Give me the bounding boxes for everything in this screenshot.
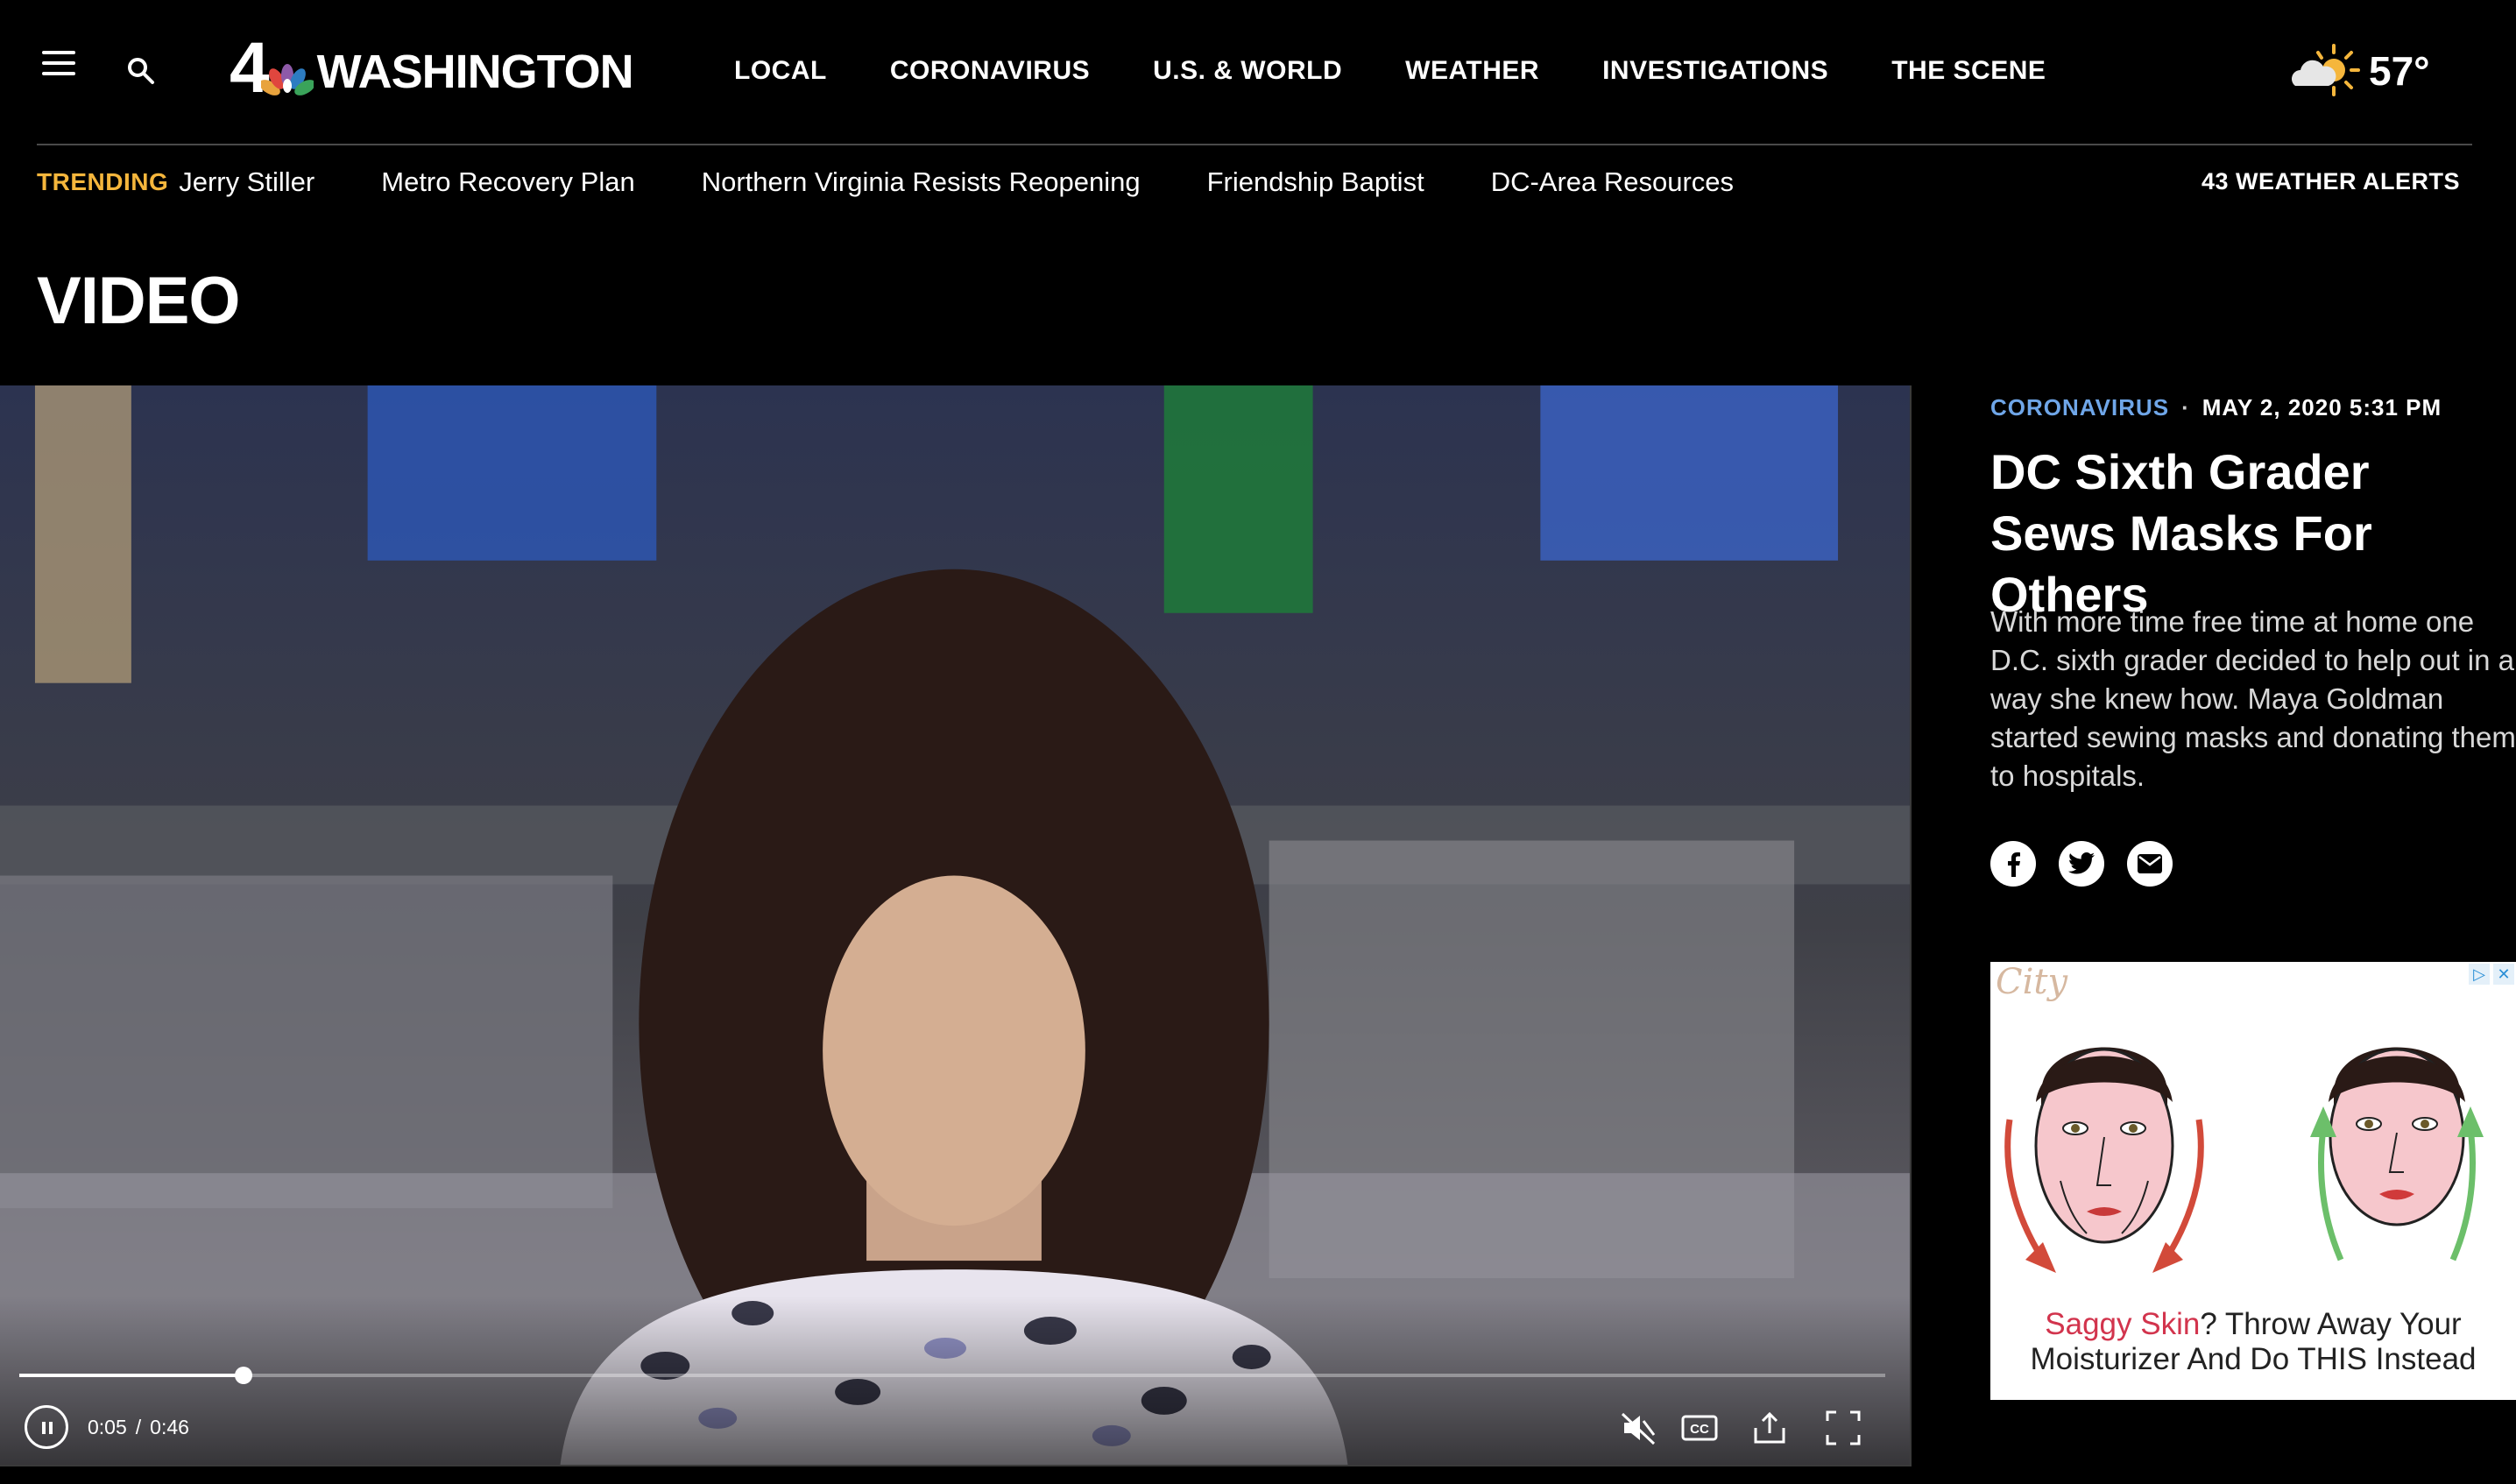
ad-headline[interactable]: Saggy Skin? Throw Away Your Moisturizer … (1990, 1307, 2516, 1377)
player-controls: 0:05 / 0:46 CC (0, 1402, 1910, 1454)
partly-sunny-icon (2292, 44, 2360, 96)
email-share-button[interactable] (2127, 841, 2173, 887)
weather-temp: 57° (2369, 48, 2430, 94)
article-headline: DC Sixth Grader Sews Masks For Others (1990, 444, 2372, 622)
search-icon[interactable] (126, 56, 156, 86)
advertisement[interactable]: City ▷ ✕ Saggy Skin? Throw Away Your Moi… (1990, 962, 2516, 1400)
nav-the-scene[interactable]: THE SCENE (1891, 56, 2046, 86)
video-player[interactable]: 0:05 / 0:46 CC (0, 385, 1912, 1466)
duration: 0:46 (150, 1416, 189, 1438)
share-icon[interactable] (1750, 1409, 1789, 1447)
nav-coronavirus[interactable]: CORONAVIRUS (890, 56, 1090, 86)
article-date: MAY 2, 2020 5:31 PM (2202, 394, 2442, 420)
nav-us-world[interactable]: U.S. & WORLD (1153, 56, 1342, 86)
weather-widget[interactable]: 57° (2288, 42, 2430, 100)
ad-choices-badge[interactable]: ▷ ✕ (2469, 964, 2514, 985)
trending-bar: TRENDING Jerry Stiller Metro Recovery Pl… (37, 163, 1800, 201)
fullscreen-icon[interactable] (1824, 1409, 1862, 1447)
article-meta: CORONAVIRUS · MAY 2, 2020 5:31 PM (1990, 394, 2442, 421)
trending-item[interactable]: Friendship Baptist (1207, 166, 1424, 198)
meta-separator: · (2181, 394, 2190, 420)
ad-headline-highlight: Saggy Skin (2045, 1307, 2201, 1341)
ad-illustration (2004, 1047, 2484, 1273)
email-icon (2138, 854, 2162, 873)
trending-item[interactable]: Jerry Stiller (179, 166, 314, 198)
trending-item[interactable]: Metro Recovery Plan (381, 166, 634, 198)
closed-captions-icon[interactable]: CC (1680, 1409, 1719, 1447)
site-logo[interactable]: 4 WASHINGTON (230, 32, 634, 104)
menu-icon[interactable] (42, 51, 75, 75)
mute-icon[interactable] (1619, 1409, 1657, 1447)
trending-label: TRENDING (37, 168, 169, 195)
nav-divider (37, 144, 2472, 145)
time-separator: / (135, 1416, 142, 1438)
facebook-share-button[interactable] (1990, 841, 2036, 887)
scrubber-progress (19, 1374, 244, 1377)
ad-choices-icon[interactable]: ▷ (2469, 964, 2490, 985)
nav-investigations[interactable]: INVESTIGATIONS (1602, 56, 1828, 86)
weather-alerts-link[interactable]: 43 WEATHER ALERTS (2202, 168, 2460, 195)
category-link[interactable]: CORONAVIRUS (1990, 394, 2169, 421)
time-display: 0:05 / 0:46 (88, 1416, 189, 1439)
video-scrubber[interactable] (19, 1367, 1885, 1384)
share-buttons (1990, 841, 2173, 887)
pause-button[interactable] (25, 1405, 68, 1449)
svg-text:CC: CC (1690, 1422, 1709, 1437)
page-title: VIDEO (37, 264, 240, 338)
nbc-peacock-icon (260, 64, 314, 95)
facebook-icon (2008, 852, 2020, 877)
video-frame (0, 385, 1910, 1465)
current-time: 0:05 (88, 1416, 127, 1438)
nav-local[interactable]: LOCAL (734, 56, 827, 86)
scrubber-handle[interactable] (234, 1367, 252, 1384)
article-summary: With more time free time at home one D.C… (1990, 605, 2516, 792)
twitter-share-button[interactable] (2059, 841, 2104, 887)
twitter-icon (2068, 852, 2095, 874)
logo-text: WASHINGTON (316, 46, 634, 98)
trending-item[interactable]: Northern Virginia Resists Reopening (702, 166, 1141, 198)
nav-weather[interactable]: WEATHER (1405, 56, 1539, 86)
trending-item[interactable]: DC-Area Resources (1491, 166, 1734, 198)
ad-close-icon[interactable]: ✕ (2493, 964, 2514, 985)
top-nav: 4 WASHINGTON LOCAL CORONAVIRUS U.S. & WO… (0, 0, 2516, 144)
main-nav: LOCAL CORONAVIRUS U.S. & WORLD WEATHER I… (734, 56, 2109, 86)
